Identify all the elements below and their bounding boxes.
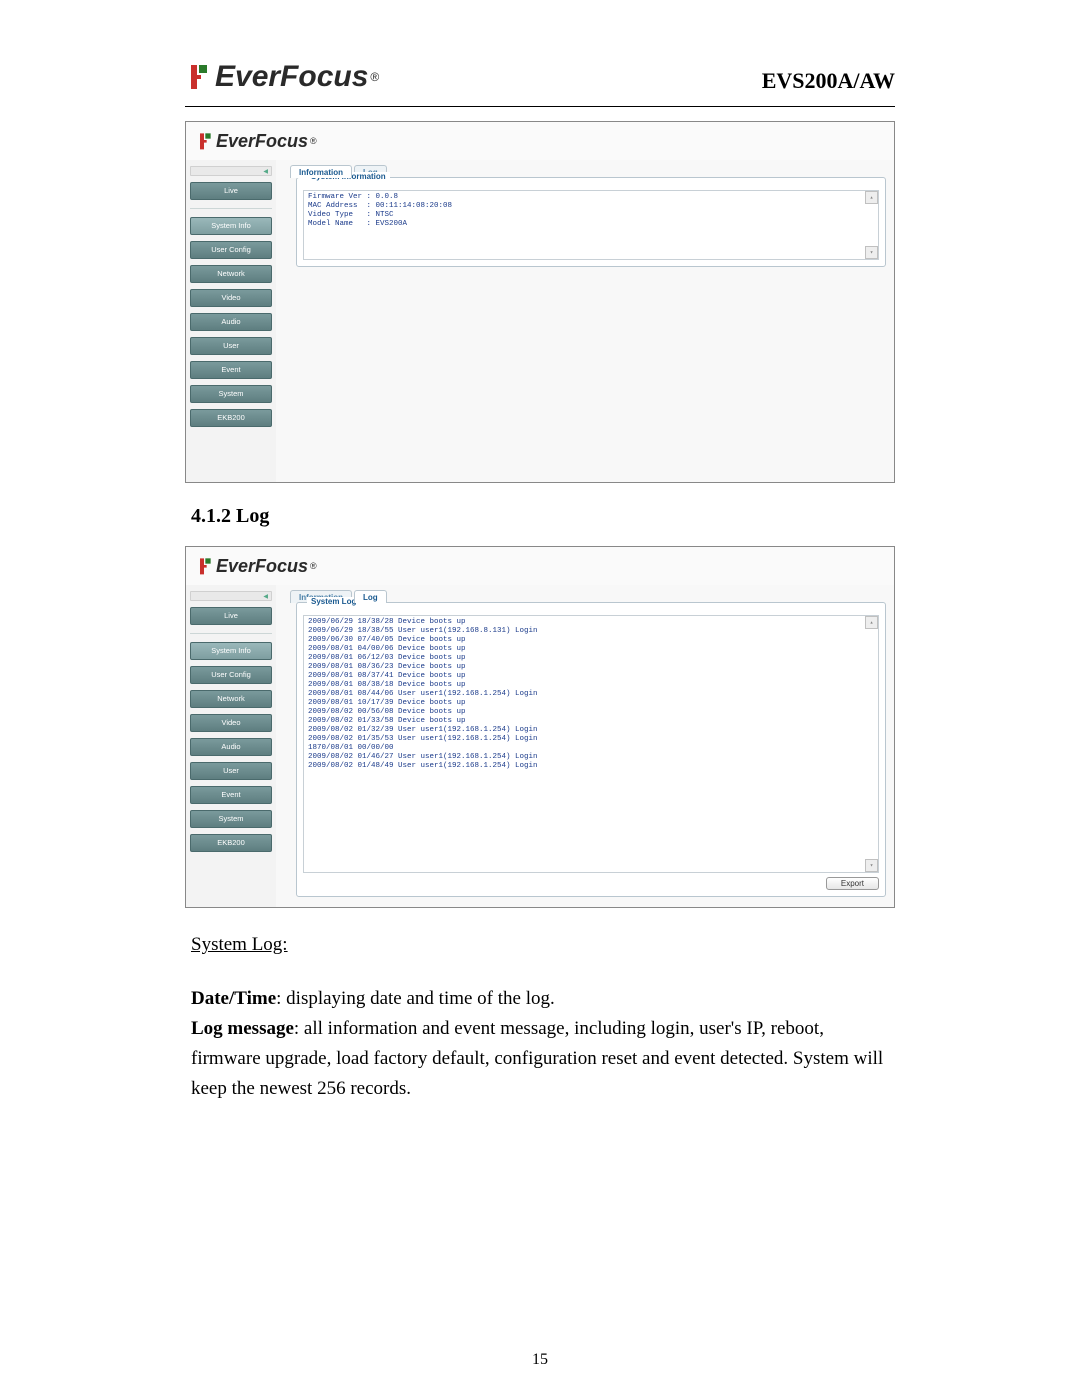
system-log-textarea[interactable]: 2009/06/29 18/38/28 Device boots up 2009…: [303, 615, 879, 873]
button-row: Export: [303, 877, 879, 890]
model-name: EVS200A/AW: [762, 68, 895, 94]
sidebar-item-system-info[interactable]: System Info: [190, 217, 272, 235]
sidebar-item-video[interactable]: Video: [190, 289, 272, 307]
everfocus-icon: [196, 132, 212, 150]
sidebar-item-event[interactable]: Event: [190, 786, 272, 804]
app-top-bar: EverFocus ®: [186, 547, 894, 585]
everfocus-logo-small: EverFocus ®: [196, 131, 317, 152]
log-message-text: : all information and event message, inc…: [191, 1018, 883, 1099]
sidebar-item-network[interactable]: Network: [190, 690, 272, 708]
sidebar-collapse-icon[interactable]: ◀: [190, 591, 272, 601]
sidebar-item-ekb200[interactable]: EKB200: [190, 834, 272, 852]
page-header: EverFocus ® EVS200A/AW: [185, 60, 895, 94]
system-info-panel: System Information Firmware Ver : 0.0.8 …: [296, 177, 886, 267]
system-log-panel: System Log 2009/06/29 18/38/28 Device bo…: [296, 602, 886, 897]
sidebar-item-user[interactable]: User: [190, 337, 272, 355]
sidebar-item-audio[interactable]: Audio: [190, 738, 272, 756]
brand-text: EverFocus: [215, 60, 368, 94]
sidebar-item-user-config[interactable]: User Config: [190, 241, 272, 259]
sidebar: ◀ Live System Info User Config Network V…: [186, 160, 276, 482]
registered-icon: ®: [370, 70, 379, 84]
sidebar-item-live[interactable]: Live: [190, 182, 272, 200]
system-info-textarea[interactable]: Firmware Ver : 0.0.8 MAC Address : 00:11…: [303, 190, 879, 260]
body-text: System Log: Date/Time: displaying date a…: [191, 930, 895, 1104]
content-area: Information Log System Log 2009/06/29 18…: [276, 585, 894, 907]
screenshot-system-log: EverFocus ® ◀ Live System Info User Conf…: [185, 546, 895, 908]
sidebar-item-event[interactable]: Event: [190, 361, 272, 379]
scroll-up-icon[interactable]: ▴: [865, 191, 878, 204]
everfocus-icon: [185, 63, 209, 91]
sidebar-item-ekb200[interactable]: EKB200: [190, 409, 272, 427]
document-page: EverFocus ® EVS200A/AW EverFocus ® ◀ Liv…: [0, 0, 1080, 1397]
sidebar-item-user-config[interactable]: User Config: [190, 666, 272, 684]
everfocus-icon: [196, 557, 212, 575]
scroll-up-icon[interactable]: ▴: [865, 616, 878, 629]
sidebar-item-user[interactable]: User: [190, 762, 272, 780]
registered-icon: ®: [310, 561, 317, 571]
sidebar-item-video[interactable]: Video: [190, 714, 272, 732]
sidebar-collapse-icon[interactable]: ◀: [190, 166, 272, 176]
scroll-down-icon[interactable]: ▾: [865, 246, 878, 259]
sidebar-item-live[interactable]: Live: [190, 607, 272, 625]
sidebar-item-system-info[interactable]: System Info: [190, 642, 272, 660]
tab-log[interactable]: Log: [354, 590, 387, 603]
everfocus-logo: EverFocus ®: [185, 60, 379, 94]
system-log-label: System Log:: [191, 934, 288, 955]
log-message-label: Log message: [191, 1018, 294, 1039]
date-time-label: Date/Time: [191, 988, 276, 1009]
everfocus-logo-small: EverFocus ®: [196, 556, 317, 577]
app-top-bar: EverFocus ®: [186, 122, 894, 160]
registered-icon: ®: [310, 136, 317, 146]
sidebar-item-audio[interactable]: Audio: [190, 313, 272, 331]
scroll-down-icon[interactable]: ▾: [865, 859, 878, 872]
tab-information[interactable]: Information: [290, 165, 352, 178]
export-button[interactable]: Export: [826, 877, 879, 890]
panel-legend: System Log: [307, 597, 360, 606]
content-area: Information Log System Information Firmw…: [276, 160, 894, 482]
sidebar-item-system[interactable]: System: [190, 810, 272, 828]
header-rule: [185, 106, 895, 107]
tab-bar: Information Log: [290, 589, 886, 602]
sidebar-item-system[interactable]: System: [190, 385, 272, 403]
screenshot-system-info: EverFocus ® ◀ Live System Info User Conf…: [185, 121, 895, 483]
section-heading: 4.1.2 Log: [191, 505, 895, 528]
sidebar-item-network[interactable]: Network: [190, 265, 272, 283]
sidebar: ◀ Live System Info User Config Network V…: [186, 585, 276, 907]
date-time-text: : displaying date and time of the log.: [276, 988, 555, 1009]
page-number: 15: [0, 1351, 1080, 1369]
